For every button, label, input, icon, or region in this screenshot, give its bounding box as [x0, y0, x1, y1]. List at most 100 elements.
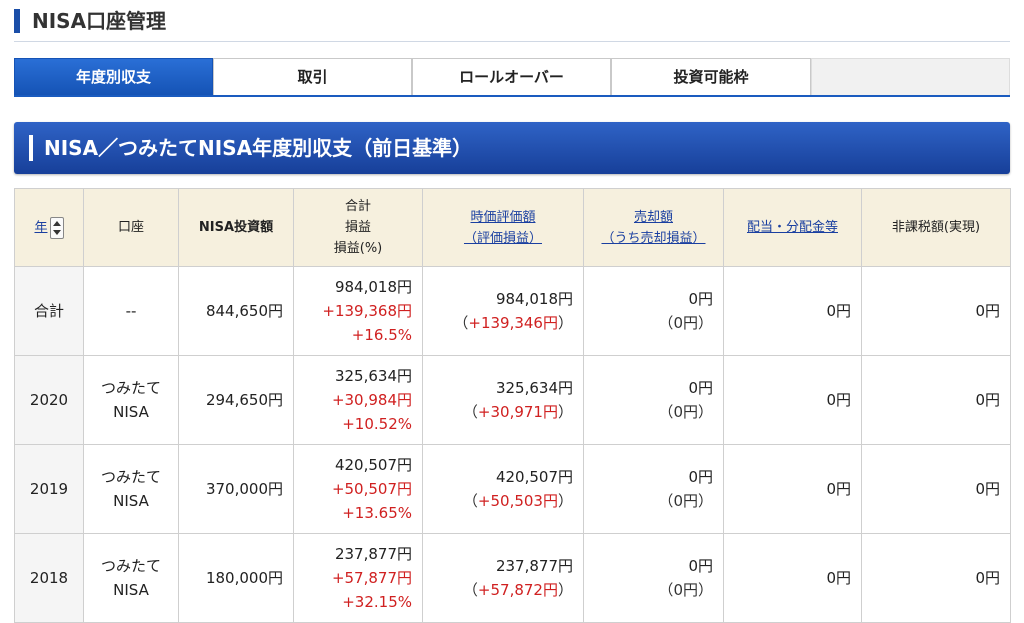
header-sale-line2[interactable]: （うち売却損益） [601, 231, 705, 246]
header-dividend-link[interactable]: 配当・分配金等 [747, 220, 838, 235]
table-header-row: 年 口座 NISA投資額 合計 損益 損益(%) 時価評価額 （評価損益） 売却… [14, 188, 1011, 267]
row-market: 420,507円 （+50,503円） [422, 444, 584, 534]
row-account-line1: つみたて [100, 468, 161, 486]
row-market-pl: （+50,503円） [462, 492, 573, 510]
row-year: 合計 [14, 266, 84, 356]
row-account: つみたて NISA [83, 533, 179, 623]
header-sale-line1[interactable]: 売却額 [634, 210, 673, 225]
row-dividend: 0円 [723, 533, 862, 623]
section-accent-bar [29, 135, 33, 161]
row-sale-pl: （0円） [658, 581, 713, 599]
row-investment: 370,000円 [178, 444, 294, 534]
row-sale-pl-value: 0円 [673, 314, 698, 332]
row-market: 325,634円 （+30,971円） [422, 355, 584, 445]
row-market-pl: （+139,346円） [453, 314, 573, 332]
row-total: 420,507円 +50,507円 +13.65% [293, 444, 423, 534]
row-total-value: 325,634円 [334, 367, 412, 385]
header-market-line2[interactable]: （評価損益） [464, 231, 542, 246]
table-row: 合計 -- 844,650円 984,018円 +139,368円 +16.5%… [14, 266, 1011, 356]
row-account-line2: NISA [113, 403, 149, 421]
row-market-pl-value: +139,346円 [468, 314, 558, 332]
row-profit: +139,368円 [322, 302, 412, 320]
header-market-line1[interactable]: 時価評価額 [470, 210, 535, 225]
row-total-value: 420,507円 [334, 456, 412, 474]
sort-toggle-icon[interactable] [49, 216, 64, 239]
table-row: 2018 つみたて NISA 180,000円 237,877円 +57,877… [14, 533, 1011, 623]
row-account-line1: つみたて [100, 557, 161, 575]
page-header: NISA口座管理 [14, 7, 1010, 42]
header-sale-amount[interactable]: 売却額 （うち売却損益） [583, 188, 724, 267]
row-sale-value: 0円 [688, 290, 713, 308]
row-profit-pct: +32.15% [342, 593, 412, 611]
row-sale-value: 0円 [688, 379, 713, 397]
row-profit: +50,507円 [331, 480, 412, 498]
row-profit-pct: +10.52% [342, 415, 412, 433]
header-total: 合計 損益 損益(%) [293, 188, 423, 267]
row-year: 2018 [14, 533, 84, 623]
row-account: つみたて NISA [83, 444, 179, 534]
row-sale: 0円 （0円） [583, 266, 724, 356]
row-taxfree: 0円 [861, 444, 1011, 534]
row-total-value: 984,018円 [334, 278, 412, 296]
row-market-pl: （+30,971円） [462, 403, 573, 421]
header-account: 口座 [83, 188, 179, 267]
row-profit-pct: +16.5% [351, 326, 412, 344]
row-market-pl-value: +30,971円 [477, 403, 558, 421]
row-account: つみたて NISA [83, 355, 179, 445]
header-investment: NISA投資額 [178, 188, 294, 267]
row-account-line1: -- [125, 302, 137, 320]
header-total-line2: 損益 [344, 220, 371, 235]
row-investment: 844,650円 [178, 266, 294, 356]
row-total: 984,018円 +139,368円 +16.5% [293, 266, 423, 356]
header-market-value[interactable]: 時価評価額 （評価損益） [422, 188, 584, 267]
row-market: 984,018円 （+139,346円） [422, 266, 584, 356]
tab-annual-pl[interactable]: 年度別収支 [14, 58, 213, 95]
section-title: NISA／つみたてNISA年度別収支（前日基準） [44, 136, 473, 160]
tab-transactions[interactable]: 取引 [213, 58, 412, 95]
header-total-line3: 損益(%) [333, 241, 383, 256]
row-taxfree: 0円 [861, 266, 1011, 356]
tab-bar-filler [811, 58, 1010, 95]
row-sale-pl: （0円） [658, 314, 713, 332]
tab-rollover[interactable]: ロールオーバー [412, 58, 611, 95]
row-total-value: 237,877円 [334, 545, 412, 563]
page-title: NISA口座管理 [32, 9, 167, 33]
header-dividend[interactable]: 配当・分配金等 [723, 188, 862, 267]
row-market-pl: （+57,872円） [462, 581, 573, 599]
row-market-value: 984,018円 [495, 290, 573, 308]
row-account-line2: NISA [113, 581, 149, 599]
row-sale: 0円 （0円） [583, 444, 724, 534]
row-market: 237,877円 （+57,872円） [422, 533, 584, 623]
section-header: NISA／つみたてNISA年度別収支（前日基準） [14, 122, 1010, 174]
row-investment: 180,000円 [178, 533, 294, 623]
row-profit: +30,984円 [331, 391, 412, 409]
year-sort-link[interactable]: 年 [34, 220, 47, 235]
row-year: 2020 [14, 355, 84, 445]
row-account-line1: つみたて [100, 379, 161, 397]
row-total: 325,634円 +30,984円 +10.52% [293, 355, 423, 445]
row-sale-pl: （0円） [658, 492, 713, 510]
row-sale: 0円 （0円） [583, 355, 724, 445]
row-sale-pl: （0円） [658, 403, 713, 421]
row-sale-pl-value: 0円 [673, 581, 698, 599]
tab-bar: 年度別収支 取引 ロールオーバー 投資可能枠 [14, 58, 1010, 97]
annual-pl-table: 年 口座 NISA投資額 合計 損益 損益(%) 時価評価額 （評価損益） 売却… [14, 188, 1011, 623]
row-sale-value: 0円 [688, 557, 713, 575]
row-market-value: 325,634円 [495, 379, 573, 397]
row-sale-pl-value: 0円 [673, 403, 698, 421]
row-sale: 0円 （0円） [583, 533, 724, 623]
header-total-line1: 合計 [344, 199, 371, 214]
row-market-pl-value: +50,503円 [477, 492, 558, 510]
row-account: -- [83, 266, 179, 356]
row-dividend: 0円 [723, 355, 862, 445]
row-dividend: 0円 [723, 444, 862, 534]
title-accent-bar [14, 9, 20, 33]
header-year[interactable]: 年 [14, 188, 84, 267]
row-taxfree: 0円 [861, 355, 1011, 445]
row-sale-pl-value: 0円 [673, 492, 698, 510]
row-total: 237,877円 +57,877円 +32.15% [293, 533, 423, 623]
row-market-value: 420,507円 [495, 468, 573, 486]
tab-investable-limit[interactable]: 投資可能枠 [611, 58, 811, 95]
row-investment: 294,650円 [178, 355, 294, 445]
header-taxfree: 非課税額(実現) [861, 188, 1011, 267]
